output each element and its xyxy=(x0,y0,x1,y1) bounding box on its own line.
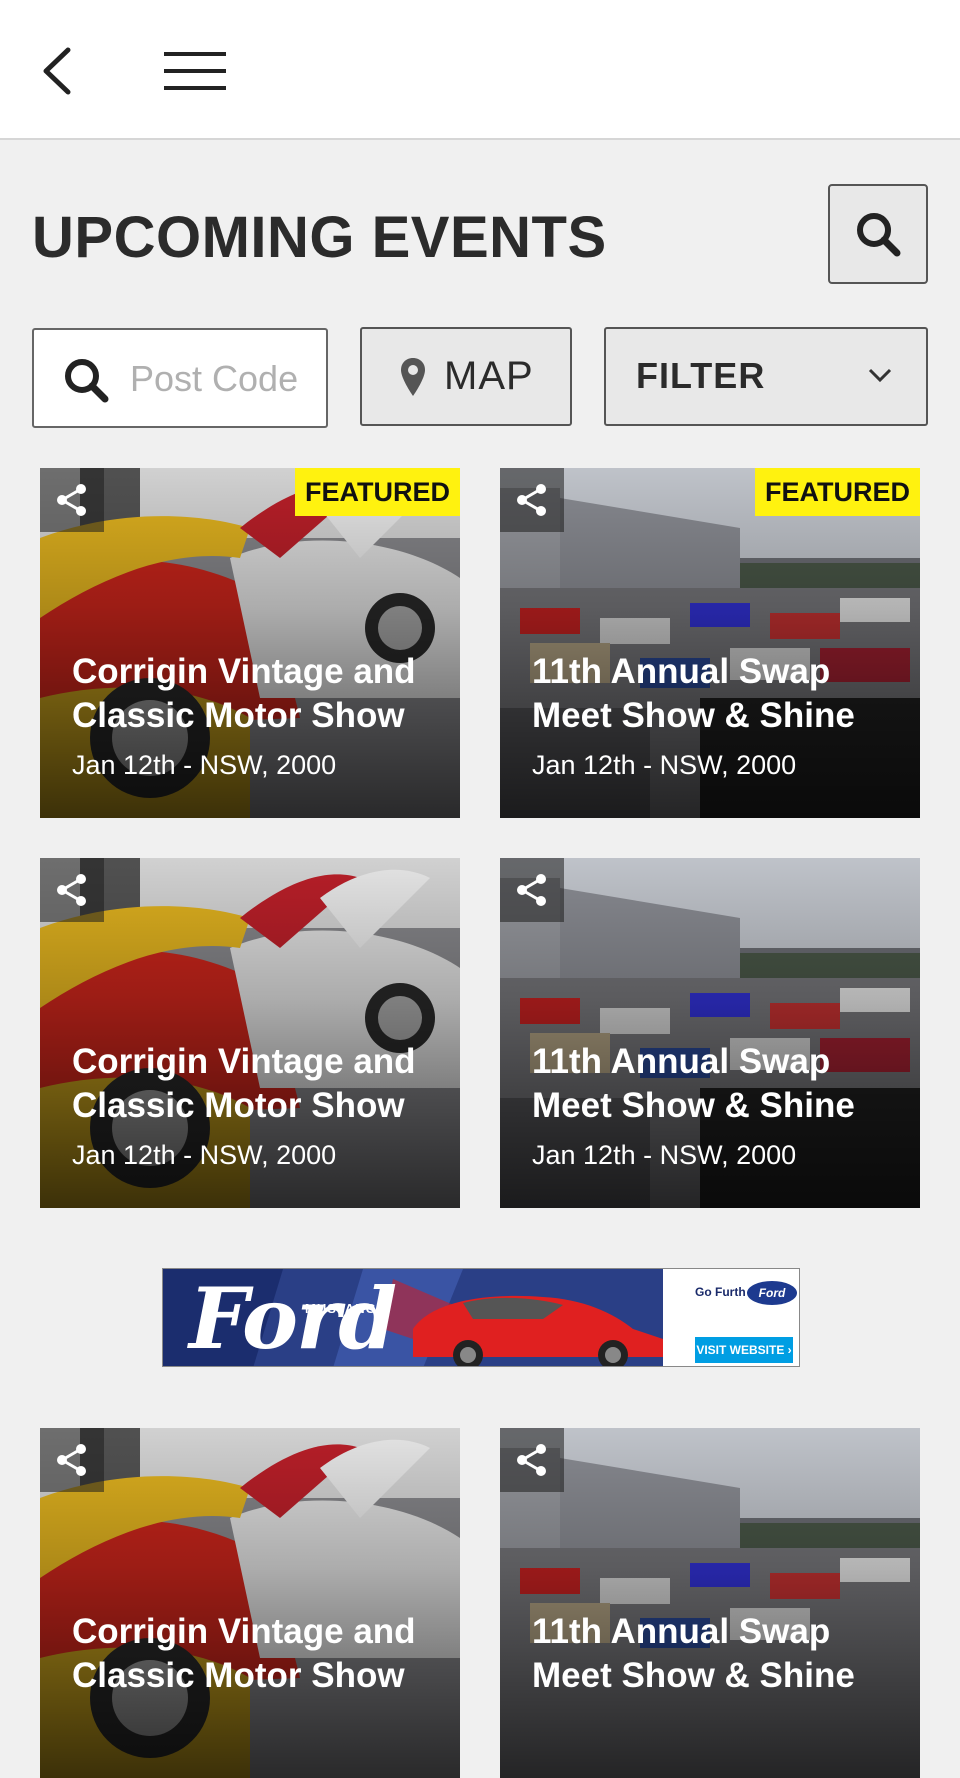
search-icon xyxy=(65,359,109,403)
filter-label: FILTER xyxy=(636,355,766,396)
event-card[interactable]: FEATURED 11th Annual Swap Meet Show & Sh… xyxy=(500,468,920,818)
chevron-down-icon xyxy=(868,368,892,383)
postcode-input[interactable] xyxy=(130,354,310,404)
ford-logo: Ford xyxy=(745,1279,799,1307)
page-title: UPCOMING EVENTS xyxy=(32,205,607,270)
event-title: Corrigin Vintage and Classic Motor Show xyxy=(72,1042,416,1125)
share-icon xyxy=(517,484,546,516)
share-button[interactable] xyxy=(40,1428,104,1492)
featured-badge: FEATURED xyxy=(755,468,920,516)
event-title: 11th Annual Swap Meet Show & Shine xyxy=(532,652,855,735)
featured-badge: FEATURED xyxy=(295,468,460,516)
event-date-location: Jan 12th - NSW, 2000 xyxy=(72,1140,337,1170)
event-title: Corrigin Vintage and Classic Motor Show xyxy=(72,1612,416,1695)
chevron-left-icon xyxy=(43,47,71,95)
share-icon xyxy=(517,874,546,906)
menu-button[interactable] xyxy=(164,50,228,92)
share-button[interactable] xyxy=(500,858,564,922)
event-date-location: Jan 12th - NSW, 2000 xyxy=(532,750,797,780)
map-pin-icon xyxy=(401,357,425,396)
map-button[interactable]: MAP xyxy=(360,327,572,426)
ford-ad-banner[interactable]: Ford MUSTANG Go Further Ford VISIT WEBSI… xyxy=(162,1268,800,1367)
share-button[interactable] xyxy=(40,468,104,532)
event-title: 11th Annual Swap Meet Show & Shine xyxy=(532,1612,855,1695)
search-icon xyxy=(857,213,901,257)
event-card[interactable]: Corrigin Vintage and Classic Motor Show xyxy=(40,1428,460,1778)
map-label: MAP xyxy=(444,354,534,398)
share-button[interactable] xyxy=(500,468,564,532)
event-title: 11th Annual Swap Meet Show & Shine xyxy=(532,1042,855,1125)
ad-model: MUSTANG xyxy=(305,1301,377,1316)
share-button[interactable] xyxy=(500,1428,564,1492)
event-card[interactable]: FEATURED Corrigin Vintage and Classic Mo… xyxy=(40,468,460,818)
ad-brand: Ford xyxy=(189,1269,397,1367)
share-icon xyxy=(57,1444,86,1476)
ad-visit-website-button[interactable]: VISIT WEBSITE › xyxy=(695,1337,793,1363)
event-date-location: Jan 12th - NSW, 2000 xyxy=(532,1140,797,1170)
event-date-location: Jan 12th - NSW, 2000 xyxy=(72,750,337,780)
share-icon xyxy=(57,874,86,906)
event-title: Corrigin Vintage and Classic Motor Show xyxy=(72,652,416,735)
hamburger-menu-icon xyxy=(164,52,226,90)
filter-dropdown[interactable]: FILTER xyxy=(604,327,928,426)
event-card[interactable]: 11th Annual Swap Meet Show & Shine Jan 1… xyxy=(500,858,920,1208)
search-button[interactable] xyxy=(828,184,928,284)
event-card[interactable]: Corrigin Vintage and Classic Motor Show … xyxy=(40,858,460,1208)
share-button[interactable] xyxy=(40,858,104,922)
top-bar xyxy=(0,0,960,140)
share-icon xyxy=(517,1444,546,1476)
event-card[interactable]: 11th Annual Swap Meet Show & Shine xyxy=(500,1428,920,1778)
back-button[interactable] xyxy=(40,46,80,96)
postcode-field[interactable] xyxy=(32,328,328,428)
share-icon xyxy=(57,484,86,516)
